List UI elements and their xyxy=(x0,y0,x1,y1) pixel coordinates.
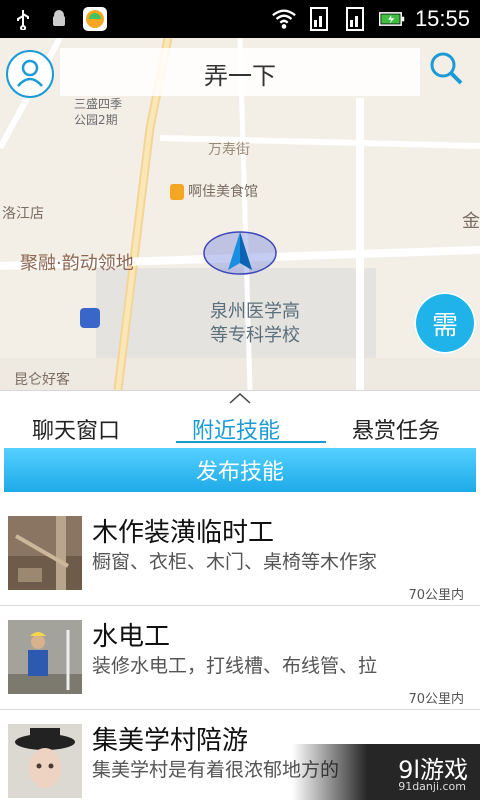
item-description: 装修水电工，打线槽、布线管、拉 xyxy=(92,655,378,677)
map-view[interactable]: 三盛四季 公园2期 万寿街 啊佳美食馆 洛江店 聚融·韵动领地 泉州医学高 等专… xyxy=(0,38,480,390)
tab-bounty-tasks[interactable]: 悬赏任务 xyxy=(352,413,440,445)
carpentry-photo xyxy=(8,516,82,590)
site-watermark: 9l游戏 91danji.com xyxy=(292,744,480,800)
restaurant-poi-icon xyxy=(170,184,184,200)
status-bar: 15:55 xyxy=(0,0,480,38)
item-distance: 70公里内 xyxy=(408,692,464,707)
clock: 15:55 xyxy=(414,6,470,31)
search-icon xyxy=(430,52,463,85)
map-label-park: 三盛四季 公园2期 xyxy=(74,97,123,127)
sim2-signal-icon xyxy=(343,6,369,32)
user-profile-button[interactable] xyxy=(6,50,54,98)
location-arrow-icon xyxy=(203,231,277,275)
app-store-icon xyxy=(82,6,108,32)
item-title: 木作装潢临时工 xyxy=(92,518,275,548)
item-title: 集美学村陪游 xyxy=(92,726,249,756)
bus-stop-icon xyxy=(80,308,100,328)
tab-bar: 聊天窗口 附近技能 悬赏任务 xyxy=(0,390,480,447)
item-description: 橱窗、衣柜、木门、桌椅等木作家 xyxy=(92,551,378,573)
item-title: 水电工 xyxy=(92,622,171,652)
map-label-right: 金 xyxy=(462,211,480,232)
usb-icon xyxy=(10,6,36,32)
map-label-store: 洛江店 xyxy=(2,206,44,222)
search-title: 弄一下 xyxy=(204,62,276,90)
sim1-signal-icon xyxy=(307,6,333,32)
android-debug-icon xyxy=(46,6,72,32)
map-label-school: 泉州医学高 等专科学校 xyxy=(210,301,300,346)
list-item[interactable]: 水电工 装修水电工，打线槽、布线管、拉 70公里内 xyxy=(0,606,480,710)
map-search-bar[interactable]: 弄一下 xyxy=(60,48,420,96)
tour-guide-photo xyxy=(8,724,82,798)
electrician-photo xyxy=(8,620,82,694)
active-tab-indicator xyxy=(176,441,326,443)
search-button[interactable] xyxy=(428,50,464,86)
need-button[interactable]: 需 xyxy=(414,292,476,354)
map-label-district: 聚融·韵动领地 xyxy=(20,253,134,274)
chevron-up-icon[interactable] xyxy=(228,391,252,405)
map-label-kunlun: 昆仑好客 xyxy=(14,372,70,388)
publish-skill-button[interactable]: 发布技能 xyxy=(4,448,476,492)
battery-icon xyxy=(378,6,405,32)
tab-chat[interactable]: 聊天窗口 xyxy=(32,413,120,445)
item-distance: 70公里内 xyxy=(408,588,464,603)
map-label-restaurant: 啊佳美食馆 xyxy=(188,184,258,200)
wifi-icon xyxy=(271,6,297,32)
map-label-road: 万寿街 xyxy=(208,142,250,158)
user-icon xyxy=(17,59,43,87)
watermark-url: 91danji.com xyxy=(398,780,466,793)
list-item[interactable]: 木作装潢临时工 橱窗、衣柜、木门、桌椅等木作家 70公里内 xyxy=(0,502,480,606)
